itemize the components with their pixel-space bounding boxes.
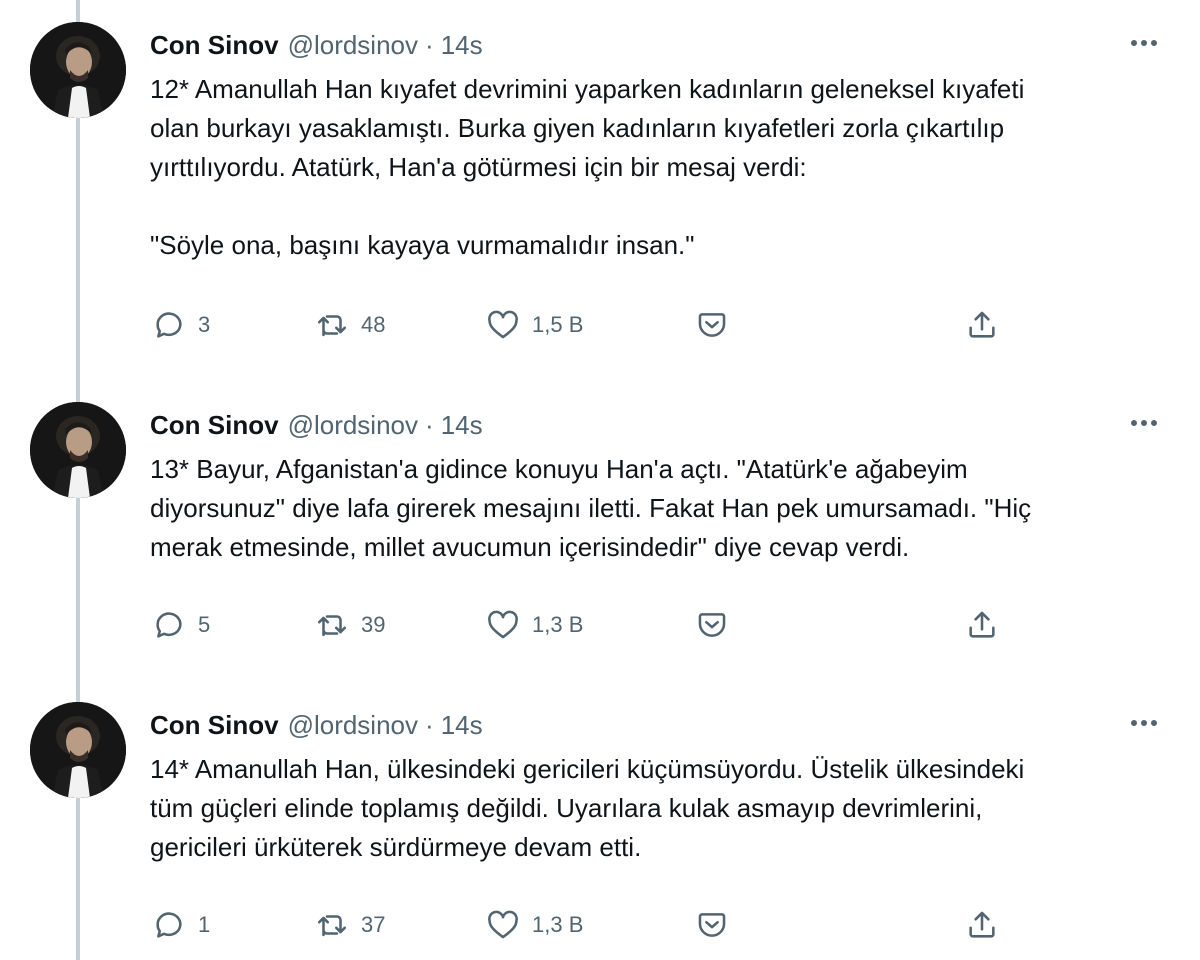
author-name[interactable]: Con Sinov xyxy=(150,30,279,61)
share-icon xyxy=(969,911,995,938)
timestamp[interactable]: 14s xyxy=(441,710,483,741)
timestamp[interactable]: 14s xyxy=(441,30,483,61)
tweet-text-line: 14* Amanullah Han, ülkesindeki gericiler… xyxy=(150,754,1025,784)
separator-dot: · xyxy=(425,30,434,60)
dislike-button[interactable] xyxy=(695,605,729,645)
reply-button[interactable]: 3 xyxy=(152,305,210,345)
author-handle[interactable]: @lordsinov xyxy=(288,30,418,61)
like-button[interactable]: 1,3 B xyxy=(486,605,583,645)
like-count: 1,3 B xyxy=(532,612,584,637)
share-button[interactable] xyxy=(965,605,999,645)
dislike-icon xyxy=(698,913,726,937)
retweet-count: 39 xyxy=(361,612,386,637)
retweet-button[interactable]: 39 xyxy=(315,605,385,645)
more-horizontal-icon xyxy=(1131,40,1157,46)
avatar-image xyxy=(30,22,126,118)
share-icon xyxy=(969,611,995,638)
retweet-icon xyxy=(317,915,347,937)
retweet-icon xyxy=(317,615,347,637)
reply-count: 5 xyxy=(198,612,211,637)
tweet-thread: Con Sinov @lordsinov · 14s 12* Amanullah… xyxy=(0,0,1200,960)
tweet[interactable]: Con Sinov @lordsinov · 14s 13* Bayur, Af… xyxy=(0,380,1200,660)
tweet-text: 13* Bayur, Afganistan'a gidince konuyu H… xyxy=(150,450,1150,567)
avatar[interactable] xyxy=(30,22,126,118)
reply-icon xyxy=(156,912,182,938)
dislike-icon xyxy=(698,313,726,337)
heart-icon xyxy=(488,310,518,339)
tweet-actions: 1 37 1,3 B xyxy=(150,905,1010,945)
tweet-header: Con Sinov @lordsinov · 14s xyxy=(150,710,483,744)
dislike-button[interactable] xyxy=(695,905,729,945)
like-button[interactable]: 1,3 B xyxy=(486,905,583,945)
like-count: 1,5 B xyxy=(532,312,584,337)
retweet-button[interactable]: 48 xyxy=(315,305,385,345)
separator-dot: · xyxy=(425,410,434,440)
like-count: 1,3 B xyxy=(532,912,584,937)
author-name[interactable]: Con Sinov xyxy=(150,410,279,441)
author-name[interactable]: Con Sinov xyxy=(150,710,279,741)
retweet-button[interactable]: 37 xyxy=(315,905,385,945)
retweet-count: 37 xyxy=(361,912,386,937)
reply-count: 1 xyxy=(198,912,211,937)
retweet-icon xyxy=(317,315,347,337)
reply-button[interactable]: 5 xyxy=(152,605,210,645)
tweet-text-line: 12* Amanullah Han kıyafet devrimini yapa… xyxy=(150,74,1025,104)
author-handle[interactable]: @lordsinov xyxy=(288,710,418,741)
author-handle[interactable]: @lordsinov xyxy=(288,410,418,441)
tweet-actions: 3 48 1,5 B xyxy=(150,305,1010,345)
tweet-text-line: gericileri ürküterek sürdürmeye devam et… xyxy=(150,832,642,862)
tweet-text-line: merak etmesinde, millet avucumun içerisi… xyxy=(150,532,910,562)
heart-icon xyxy=(488,610,518,639)
like-button[interactable]: 1,5 B xyxy=(486,305,583,345)
avatar-image xyxy=(30,702,126,798)
heart-icon xyxy=(488,910,518,939)
avatar[interactable] xyxy=(30,702,126,798)
retweet-count: 48 xyxy=(361,312,386,337)
tweet-text: 14* Amanullah Han, ülkesindeki gericiler… xyxy=(150,750,1150,867)
tweet-text-line: 13* Bayur, Afganistan'a gidince konuyu H… xyxy=(150,454,968,484)
tweet-text-line: yırttılıyordu. Atatürk, Han'a götürmesi … xyxy=(150,152,807,182)
reply-icon xyxy=(156,312,182,338)
more-horizontal-icon xyxy=(1131,420,1157,426)
reply-icon xyxy=(156,612,182,638)
tweet-header: Con Sinov @lordsinov · 14s xyxy=(150,30,483,64)
reply-count: 3 xyxy=(198,312,211,337)
share-button[interactable] xyxy=(965,905,999,945)
tweet-text-line: diyorsunuz" diye lafa girerek mesajını i… xyxy=(150,493,1032,523)
dislike-button[interactable] xyxy=(695,305,729,345)
reply-button[interactable]: 1 xyxy=(152,905,210,945)
avatar[interactable] xyxy=(30,402,126,498)
more-horizontal-icon xyxy=(1131,720,1157,726)
tweet-text: 12* Amanullah Han kıyafet devrimini yapa… xyxy=(150,70,1150,265)
timestamp[interactable]: 14s xyxy=(441,410,483,441)
tweet-text-line: tüm güçleri elinde toplamış değildi. Uya… xyxy=(150,793,983,823)
separator-dot: · xyxy=(425,710,434,740)
dislike-icon xyxy=(698,613,726,637)
tweet[interactable]: Con Sinov @lordsinov · 14s 12* Amanullah… xyxy=(0,0,1200,339)
avatar-image xyxy=(30,402,126,498)
tweet-text-line: "Söyle ona, başını kayaya vurmamalıdır i… xyxy=(150,230,695,260)
tweet-actions: 5 39 1,3 B xyxy=(150,605,1010,645)
share-button[interactable] xyxy=(965,305,999,345)
tweet-text-line: olan burkayı yasaklamıştı. Burka giyen k… xyxy=(150,113,1005,143)
more-options-button[interactable] xyxy=(1126,410,1162,436)
share-icon xyxy=(969,311,995,338)
tweet-header: Con Sinov @lordsinov · 14s xyxy=(150,410,483,444)
tweet[interactable]: Con Sinov @lordsinov · 14s 14* Amanullah… xyxy=(0,680,1200,960)
more-options-button[interactable] xyxy=(1126,30,1162,56)
more-options-button[interactable] xyxy=(1126,710,1162,736)
